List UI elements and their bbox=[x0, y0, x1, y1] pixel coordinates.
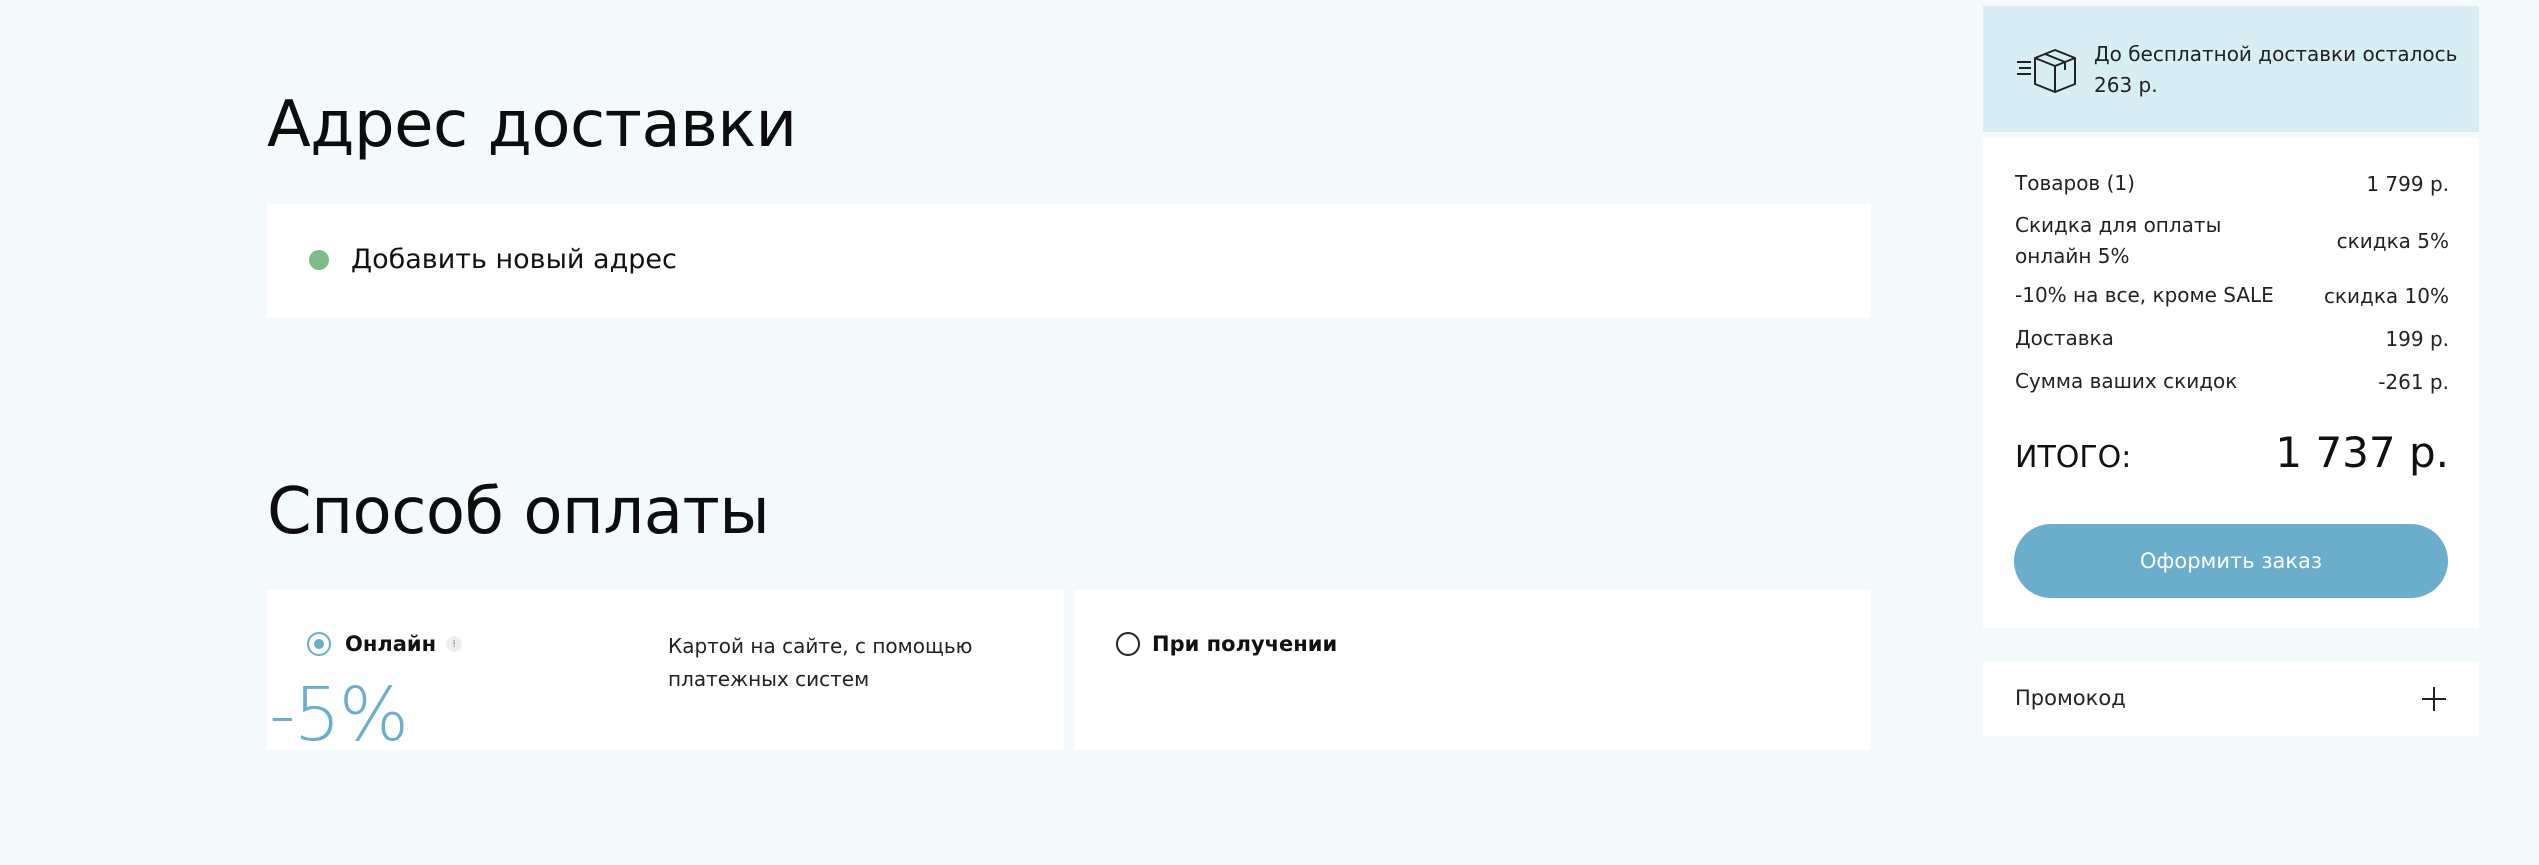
order-summary: Товаров (1) 1 799 р. Скидка для оплаты о… bbox=[1983, 138, 2479, 628]
summary-label: Сумма ваших скидок bbox=[2015, 369, 2238, 393]
receipt-radio-row[interactable]: При получении bbox=[1116, 632, 1337, 656]
summary-value: 1 799 р. bbox=[2366, 171, 2449, 196]
payment-section-title: Способ оплаты bbox=[267, 475, 770, 549]
payment-option-online[interactable]: Онлайн ! Картой на сайте, с помощью плат… bbox=[267, 590, 1064, 750]
summary-value: 199 р. bbox=[2385, 326, 2449, 351]
payment-option-receipt[interactable]: При получении bbox=[1074, 590, 1871, 750]
summary-label: -10% на все, кроме SALE bbox=[2015, 283, 2274, 307]
online-discount-badge: -5% bbox=[269, 672, 409, 750]
box-icon bbox=[2017, 49, 2076, 93]
add-address-label: Добавить новый адрес bbox=[351, 244, 677, 275]
free-delivery-banner: До бесплатной доставки осталось 263 р. bbox=[1983, 6, 2479, 132]
online-radio-row[interactable]: Онлайн ! bbox=[307, 632, 463, 656]
summary-row-total-discount: Сумма ваших скидок -261 р. bbox=[2015, 366, 2449, 397]
promo-label: Промокод bbox=[2015, 686, 2126, 710]
summary-value: скидка 5% bbox=[2336, 229, 2449, 253]
add-dot-icon bbox=[309, 249, 329, 270]
summary-value: -261 р. bbox=[2378, 369, 2449, 394]
checkout-button[interactable]: Оформить заказ bbox=[2014, 524, 2448, 598]
add-address-button[interactable]: Добавить новый адрес bbox=[309, 244, 677, 275]
info-icon[interactable]: ! bbox=[446, 636, 463, 652]
summary-row-online-discount: Скидка для оплаты онлайн 5% скидка 5% bbox=[2015, 210, 2449, 272]
summary-value: скидка 10% bbox=[2323, 283, 2449, 308]
address-panel: Добавить новый адрес bbox=[267, 204, 1871, 318]
summary-label: Товаров (1) bbox=[2015, 171, 2135, 195]
free-delivery-text: До бесплатной доставки осталось 263 р. bbox=[2094, 42, 2458, 97]
summary-label: Скидка для оплаты онлайн 5% bbox=[2015, 213, 2222, 268]
online-radio[interactable] bbox=[307, 632, 331, 656]
online-label: Онлайн bbox=[345, 632, 437, 656]
summary-row-items: Товаров (1) 1 799 р. bbox=[2015, 168, 2449, 199]
plus-icon[interactable] bbox=[2421, 686, 2447, 712]
address-section-title: Адрес доставки bbox=[267, 88, 797, 162]
online-description: Картой на сайте, с помощью платежных сис… bbox=[668, 634, 973, 691]
total-value: 1 737 р. bbox=[2275, 428, 2449, 477]
summary-label: Доставка bbox=[2015, 326, 2114, 350]
receipt-label: При получении bbox=[1152, 632, 1338, 656]
summary-row-sale-discount: -10% на все, кроме SALE скидка 10% bbox=[2015, 280, 2449, 311]
receipt-radio[interactable] bbox=[1116, 632, 1140, 656]
total-row: ИТОГО: 1 737 р. bbox=[2015, 428, 2449, 477]
promo-code-toggle[interactable]: Промокод bbox=[1983, 662, 2479, 736]
summary-row-delivery: Доставка 199 р. bbox=[2015, 323, 2449, 354]
total-label: ИТОГО: bbox=[2015, 440, 2132, 475]
